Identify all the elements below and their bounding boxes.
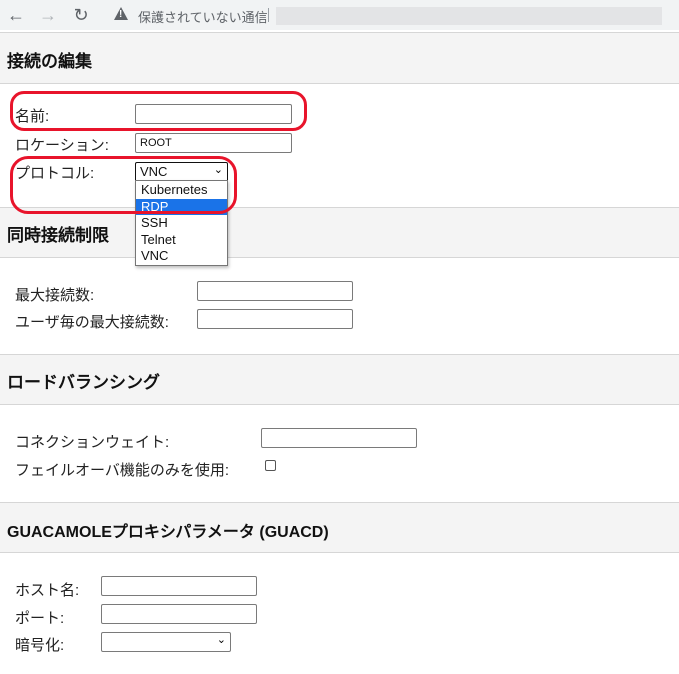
max-connections-label: 最大接続数: xyxy=(15,287,95,304)
failover-only-checkbox[interactable] xyxy=(265,460,276,471)
failover-only-label: フェイルオーバ機能のみを使用: xyxy=(15,462,230,479)
security-status-text[interactable]: 保護されていない通信 xyxy=(138,7,268,26)
protocol-option-ssh[interactable]: SSH xyxy=(136,215,227,231)
section-header-guacd: GUACAMOLEプロキシパラメータ (GUACD) xyxy=(0,502,679,553)
red-annotation-oval-protocol xyxy=(10,156,237,214)
hostname-label: ホスト名: xyxy=(15,582,80,599)
connection-weight-label: コネクションウェイト: xyxy=(15,434,170,451)
hostname-field[interactable] xyxy=(101,576,257,596)
reload-icon[interactable]: ↻ xyxy=(70,4,92,26)
max-per-user-label: ユーザ毎の最大接続数: xyxy=(15,314,169,331)
forward-arrow-icon[interactable]: → xyxy=(37,4,59,26)
warning-icon[interactable] xyxy=(114,7,128,20)
section-header-load-balancing: ロードバランシング xyxy=(0,354,679,405)
location-field[interactable]: ROOT xyxy=(135,133,292,153)
url-separator xyxy=(268,8,269,22)
protocol-option-vnc[interactable]: VNC xyxy=(136,248,227,264)
max-per-user-field[interactable] xyxy=(197,309,353,329)
browser-toolbar: ← → ↻ 保護されていない通信 xyxy=(0,0,679,30)
address-bar[interactable]: 保護されていない通信 xyxy=(104,2,679,28)
url-redacted[interactable] xyxy=(276,7,662,25)
location-value: ROOT xyxy=(140,137,172,149)
section-header-concurrency: 同時接続制限 xyxy=(0,207,679,258)
section-title: ロードバランシング xyxy=(7,373,160,392)
back-arrow-icon[interactable]: ← xyxy=(5,4,27,26)
max-connections-field[interactable] xyxy=(197,281,353,301)
protocol-option-telnet[interactable]: Telnet xyxy=(136,232,227,248)
chevron-down-icon: ⌄ xyxy=(216,634,226,646)
encryption-label: 暗号化: xyxy=(15,637,65,654)
red-annotation-oval-name xyxy=(10,91,307,131)
section-title: 接続の編集 xyxy=(7,52,92,71)
connection-weight-field[interactable] xyxy=(261,428,417,448)
port-field[interactable] xyxy=(101,604,257,624)
port-label: ポート: xyxy=(15,610,65,627)
location-label: ロケーション: xyxy=(15,137,109,154)
section-title: GUACAMOLEプロキシパラメータ (GUACD) xyxy=(7,524,329,541)
encryption-select[interactable]: ⌄ xyxy=(101,632,231,652)
section-header-edit-connection: 接続の編集 xyxy=(0,32,679,84)
section-title: 同時接続制限 xyxy=(7,226,109,245)
